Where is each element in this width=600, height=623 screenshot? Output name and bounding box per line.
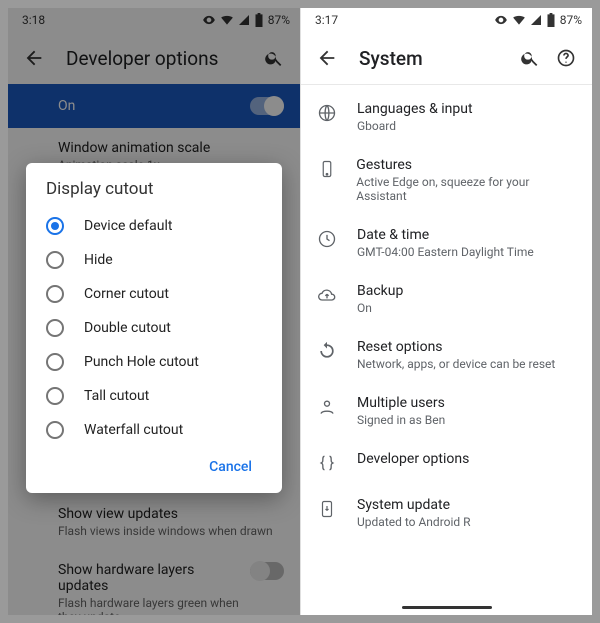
cancel-button[interactable]: Cancel — [201, 453, 260, 481]
item-reset[interactable]: Reset options Network, apps, or device c… — [301, 327, 592, 383]
status-time: 3:17 — [315, 13, 338, 27]
item-users[interactable]: Multiple users Signed in as Ben — [301, 383, 592, 439]
signal-icon — [530, 14, 542, 26]
radio-icon — [46, 387, 64, 405]
item-datetime[interactable]: Date & time GMT-04:00 Eastern Daylight T… — [301, 215, 592, 271]
person-icon — [317, 397, 337, 417]
item-developer-options[interactable]: Developer options — [301, 439, 592, 485]
search-button[interactable] — [512, 40, 548, 76]
radio-option-double[interactable]: Double cutout — [36, 311, 272, 345]
radio-icon — [46, 285, 64, 303]
page-title: System — [359, 47, 512, 70]
clock-icon — [317, 229, 337, 249]
display-cutout-dialog: Display cutout Device default Hide Corne… — [26, 163, 282, 493]
radio-option-waterfall[interactable]: Waterfall cutout — [36, 413, 272, 447]
item-backup[interactable]: Backup On — [301, 271, 592, 327]
battery-icon — [546, 13, 556, 27]
radio-icon — [46, 217, 64, 235]
item-gestures[interactable]: Gestures Active Edge on, squeeze for you… — [301, 145, 592, 215]
help-button[interactable] — [548, 40, 584, 76]
nav-handle[interactable] — [402, 606, 492, 609]
radio-option-tall[interactable]: Tall cutout — [36, 379, 272, 413]
system-update-icon — [318, 499, 336, 519]
item-languages[interactable]: Languages & input Gboard — [301, 89, 592, 145]
radio-icon — [46, 421, 64, 439]
radio-icon — [46, 353, 64, 371]
phone-icon — [318, 159, 336, 179]
status-bar: 3:17 87% — [301, 8, 592, 32]
status-battery: 87% — [560, 13, 582, 27]
item-system-update[interactable]: System update Updated to Android R — [301, 485, 592, 541]
arrow-back-icon — [316, 47, 338, 69]
globe-icon — [317, 103, 337, 123]
reset-icon — [317, 341, 337, 361]
help-icon — [556, 48, 576, 68]
radio-icon — [46, 319, 64, 337]
radio-option-punch[interactable]: Punch Hole cutout — [36, 345, 272, 379]
back-button[interactable] — [309, 40, 345, 76]
app-bar: System — [301, 32, 592, 84]
eye-icon — [494, 13, 508, 27]
radio-option-corner[interactable]: Corner cutout — [36, 277, 272, 311]
wifi-icon — [512, 13, 526, 27]
radio-option-default[interactable]: Device default — [36, 209, 272, 243]
radio-option-hide[interactable]: Hide — [36, 243, 272, 277]
dialog-title: Display cutout — [36, 179, 272, 209]
braces-icon — [317, 453, 337, 473]
radio-icon — [46, 251, 64, 269]
search-icon — [520, 48, 540, 68]
cloud-upload-icon — [317, 285, 337, 305]
